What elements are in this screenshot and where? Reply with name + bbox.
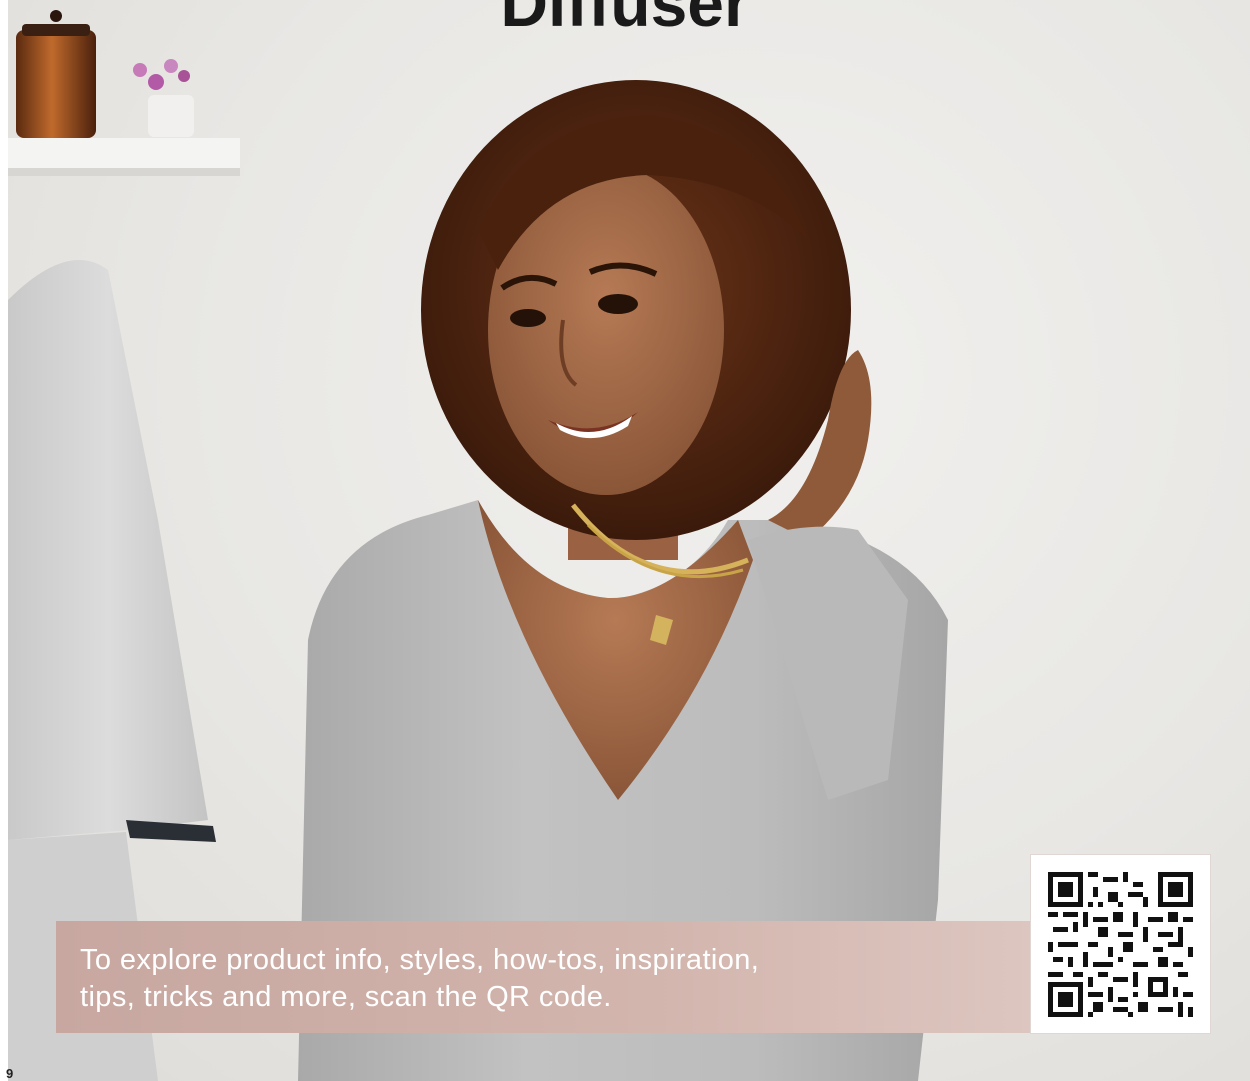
qr-code-card[interactable] [1031, 855, 1210, 1033]
flower-vase [133, 59, 194, 137]
page-number: 9 [6, 1066, 14, 1081]
promo-text-line-2: tips, tricks and more, scan the QR code. [80, 981, 612, 1013]
catalog-page: Diffuser To explore product info, styles… [0, 0, 1250, 1081]
wall-shelf [8, 138, 240, 172]
promo-text: To explore product info, styles, how-tos… [80, 942, 960, 1016]
qr-code-icon [1048, 872, 1193, 1017]
page-headline: Diffuser [500, 0, 750, 40]
promo-text-line-1: To explore product info, styles, how-tos… [80, 944, 760, 976]
